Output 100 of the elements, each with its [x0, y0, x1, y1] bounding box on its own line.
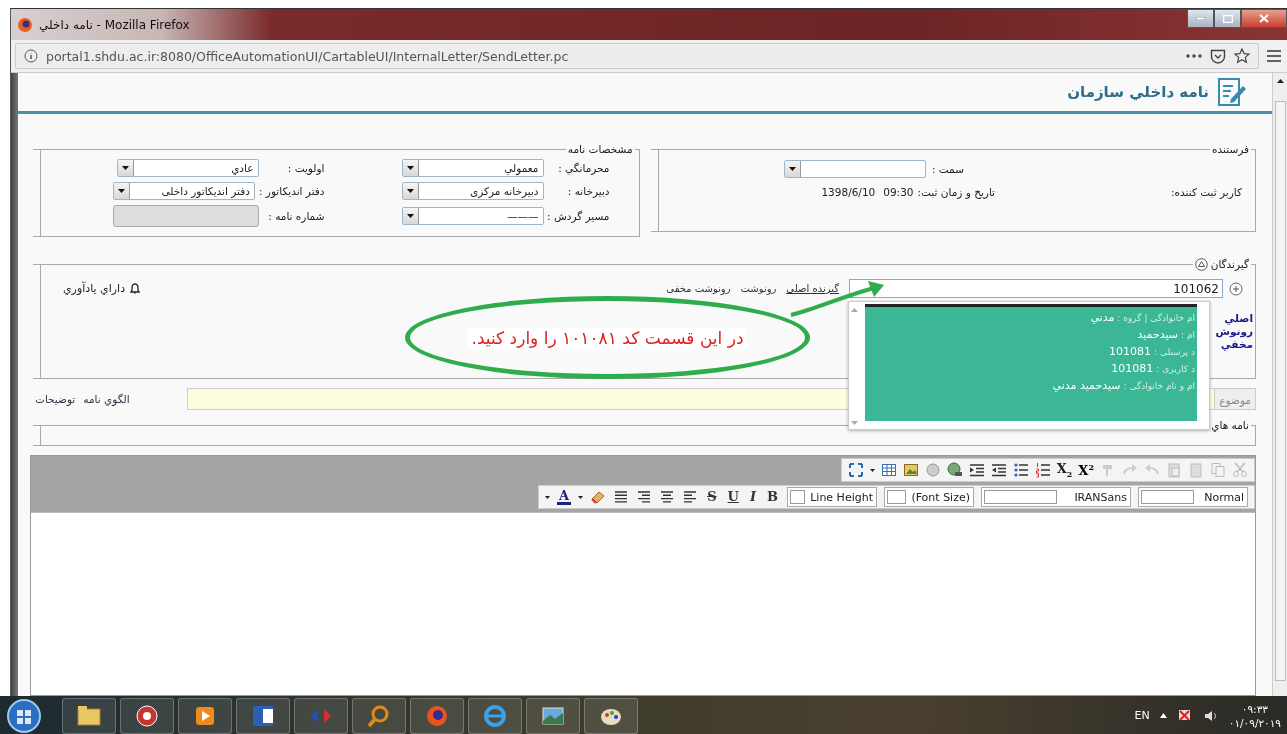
suggestion-label: ام و نام خانوادگی : — [1123, 381, 1195, 391]
caret-icon[interactable] — [869, 468, 875, 472]
close-icon — [1259, 14, 1269, 23]
field-label: سمت : — [931, 163, 964, 175]
dropdown-field[interactable]: عادي — [116, 159, 259, 177]
dropdown-field[interactable]: دفتر انديکاتور داخلی — [112, 182, 255, 200]
maximize-icon — [1222, 14, 1233, 23]
menu-icon[interactable] — [1267, 50, 1281, 62]
field-label: مسير گردش : — [547, 210, 610, 222]
language-indicator[interactable]: EN — [1134, 709, 1150, 722]
justify-icon[interactable] — [613, 489, 630, 505]
superscript-button[interactable]: X$^{2}$ — [1078, 461, 1094, 479]
letter-number-field[interactable] — [112, 205, 259, 227]
start-icon[interactable] — [6, 697, 42, 734]
eraser-icon[interactable] — [590, 489, 607, 505]
caret-icon — [406, 166, 414, 170]
caret-icon — [121, 166, 129, 170]
color-button[interactable]: A — [557, 489, 572, 505]
document-edit-icon — [1217, 77, 1247, 107]
more-icon[interactable] — [1186, 54, 1202, 58]
clock-date: ۰۱/۰۹/۲۰۱۹ — [1228, 715, 1281, 730]
font-dropdown[interactable]: IRANSans — [981, 487, 1131, 507]
globe-e-icon — [482, 702, 508, 729]
suggestion-value: مدني — [1090, 311, 1115, 324]
subscript-button[interactable]: X$_{2}$ — [1056, 461, 1073, 479]
numbered-list-icon[interactable] — [1034, 462, 1051, 478]
recipient-search-field[interactable]: 101062 — [849, 279, 1223, 298]
info-icon — [24, 49, 38, 63]
suggestion-value: سيدحميد — [1137, 328, 1179, 341]
time-value: 09:30 — [883, 186, 914, 198]
minimize-button[interactable] — [1187, 9, 1214, 28]
pocket-icon[interactable] — [1210, 48, 1226, 64]
underline-button[interactable]: U — [725, 489, 741, 505]
font-dropdown[interactable]: Line Height — [787, 487, 877, 507]
recipient-type-link[interactable]: رونوشت مخفی — [666, 283, 731, 294]
panel-legend: مشخصات نامه — [567, 142, 633, 156]
triangle-icon[interactable] — [1159, 713, 1167, 718]
fullscreen-icon[interactable] — [847, 462, 864, 478]
taskbar-button[interactable] — [62, 697, 116, 734]
font-dropdown[interactable]: (Font Size) — [884, 487, 974, 507]
scrollbar[interactable] — [1272, 73, 1287, 696]
outdent-icon[interactable] — [990, 462, 1007, 478]
suggestion-label: د کاربری : — [1156, 364, 1195, 374]
dropdown-field[interactable]: ——— — [401, 207, 544, 225]
clock-time: ۰۹:۳۳ — [1241, 701, 1268, 716]
suggestion-label: ام خانوادگی | گروه : — [1117, 313, 1195, 323]
field-label: اولويت : — [286, 162, 325, 174]
recipient-type-link[interactable]: رونوشت — [740, 283, 777, 294]
recipient-type-link[interactable]: گيرنده اصلی — [786, 283, 839, 294]
collapse-icon[interactable] — [1194, 257, 1208, 271]
caret-icon — [788, 167, 796, 171]
recipient-list-label: رونوش — [1215, 325, 1253, 337]
suggestion-label: د پرسنلی : — [1154, 347, 1195, 357]
subject-label: موضوع — [1214, 388, 1256, 410]
taskbar-button[interactable] — [178, 697, 232, 734]
field-label: دفتر انديکاتور : — [258, 185, 325, 197]
strike-button[interactable]: S — [705, 489, 719, 505]
align-left-icon[interactable] — [682, 489, 699, 505]
field-label: دبيرخانه : — [566, 185, 610, 197]
bell-icon — [130, 283, 141, 294]
italic-button[interactable]: I — [747, 489, 758, 505]
image-icon[interactable] — [902, 462, 919, 478]
caret-icon[interactable] — [545, 495, 551, 499]
bulleted-list-icon[interactable] — [1012, 462, 1029, 478]
align-right-icon[interactable] — [636, 489, 653, 505]
maximize-button[interactable] — [1214, 9, 1241, 28]
indent-icon[interactable] — [968, 462, 985, 478]
dropdown-field[interactable]: معمولي — [401, 159, 544, 177]
suggestion-value: 101081 — [1109, 345, 1151, 358]
link[interactable]: توضيحات — [35, 393, 76, 405]
browser-icon — [17, 16, 33, 33]
taskbar-button[interactable] — [584, 697, 638, 734]
table-icon[interactable] — [880, 462, 897, 478]
taskbar-button[interactable] — [120, 697, 174, 734]
taskbar-button[interactable] — [236, 697, 290, 734]
suggestion-value: سيدحميد مدني — [1052, 379, 1121, 392]
globe-link-icon[interactable] — [946, 462, 963, 478]
address-bar[interactable]: portal1.shdu.ac.ir:8080/OfficeAutomationUI/CartableUI/InternalLetter/SendLetter.pc — [15, 43, 1259, 69]
panel-legend: گيرندگان — [1210, 257, 1249, 271]
suggestion-value: 101081 — [1111, 362, 1154, 375]
font-dropdown[interactable]: Normal — [1138, 487, 1248, 507]
add-icon[interactable] — [1229, 281, 1243, 296]
scroll-up-icon[interactable] — [1276, 79, 1284, 83]
panel-legend: نامه هاي — [1211, 418, 1249, 432]
callout-text: در اين قسمت کد ۱۰۱۰۸۱ را وارد کنيد. — [467, 327, 748, 348]
caret-icon — [406, 189, 414, 193]
field-label: محرمانگي : — [557, 162, 610, 174]
close-button[interactable] — [1241, 9, 1287, 28]
caret-icon — [117, 189, 125, 193]
link[interactable]: الگوي نامه — [83, 393, 130, 405]
date-value: 1398/6/10 — [821, 186, 876, 198]
panel-legend: فرستنده — [1212, 142, 1249, 156]
reminder-label: داراي يادآوري — [63, 282, 126, 295]
dropdown-field[interactable]: دبيرخانه مرکزی — [401, 182, 544, 200]
circle-logo-icon — [134, 702, 160, 729]
align-center-icon[interactable] — [659, 489, 676, 505]
star-icon[interactable] — [1234, 48, 1250, 64]
caret-icon[interactable] — [578, 495, 584, 499]
page-title: نامه داخلي سازمان — [1067, 83, 1209, 101]
bold-button[interactable]: B — [765, 489, 780, 505]
